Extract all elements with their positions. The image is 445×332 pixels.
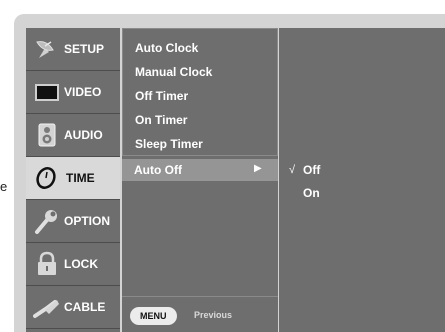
- menu-item-auto-off-label: Auto Off: [134, 163, 182, 177]
- checkmark-icon: √: [289, 164, 296, 176]
- stray-edge-text: e: [0, 179, 8, 194]
- menu-item-auto-clock[interactable]: Auto Clock: [135, 41, 198, 55]
- time-submenu: Auto Clock Manual Clock Off Timer On Tim…: [122, 28, 278, 332]
- speaker-icon: [38, 123, 56, 147]
- sidebar-item-cable[interactable]: CABLE: [26, 286, 120, 329]
- sidebar-item-time[interactable]: TIME: [26, 157, 120, 200]
- option-on[interactable]: On: [303, 186, 320, 200]
- cable-plug-icon: [33, 300, 59, 318]
- clock-icon: [36, 167, 56, 189]
- auto-off-options: √ Off On: [279, 28, 445, 332]
- sidebar-item-label: AUDIO: [64, 128, 103, 142]
- sidebar-item-audio[interactable]: AUDIO: [26, 114, 120, 157]
- tv-screen-icon: [35, 84, 59, 101]
- menu-item-manual-clock[interactable]: Manual Clock: [135, 65, 212, 79]
- previous-hint: Previous: [194, 310, 233, 320]
- time-menu-list: Auto Clock Manual Clock Off Timer On Tim…: [122, 28, 278, 156]
- sidebar-item-label: LOCK: [64, 257, 98, 271]
- satellite-dish-icon: [36, 41, 54, 58]
- sidebar-item-option[interactable]: OPTION: [26, 200, 120, 243]
- option-off[interactable]: Off: [303, 163, 320, 177]
- sidebar-item-label: SETUP: [64, 42, 105, 56]
- sidebar-item-label: VIDEO: [64, 85, 102, 99]
- right-arrow-icon: ▶: [254, 163, 262, 174]
- menu-item-on-timer[interactable]: On Timer: [135, 113, 187, 127]
- menu-key-button[interactable]: MENU: [130, 307, 177, 325]
- sidebar-item-label: CABLE: [64, 300, 106, 314]
- sidebar-item-video[interactable]: VIDEO: [26, 71, 120, 114]
- sidebar: SETUP VIDEO AUDIO TIME OPTION LOCK CABLE: [26, 28, 120, 332]
- footer-hint: MENU Previous: [122, 296, 278, 332]
- sidebar-item-label: OPTION: [64, 214, 111, 228]
- wrench-icon: [35, 210, 57, 234]
- sidebar-item-label: TIME: [66, 171, 95, 185]
- menu-item-sleep-timer[interactable]: Sleep Timer: [135, 137, 203, 151]
- sidebar-item-setup[interactable]: SETUP: [26, 28, 120, 71]
- menu-item-off-timer[interactable]: Off Timer: [135, 89, 188, 103]
- menu-item-auto-off[interactable]: Auto Off ▶: [122, 159, 278, 181]
- padlock-icon: [38, 251, 56, 275]
- sidebar-item-lock[interactable]: LOCK: [26, 243, 120, 286]
